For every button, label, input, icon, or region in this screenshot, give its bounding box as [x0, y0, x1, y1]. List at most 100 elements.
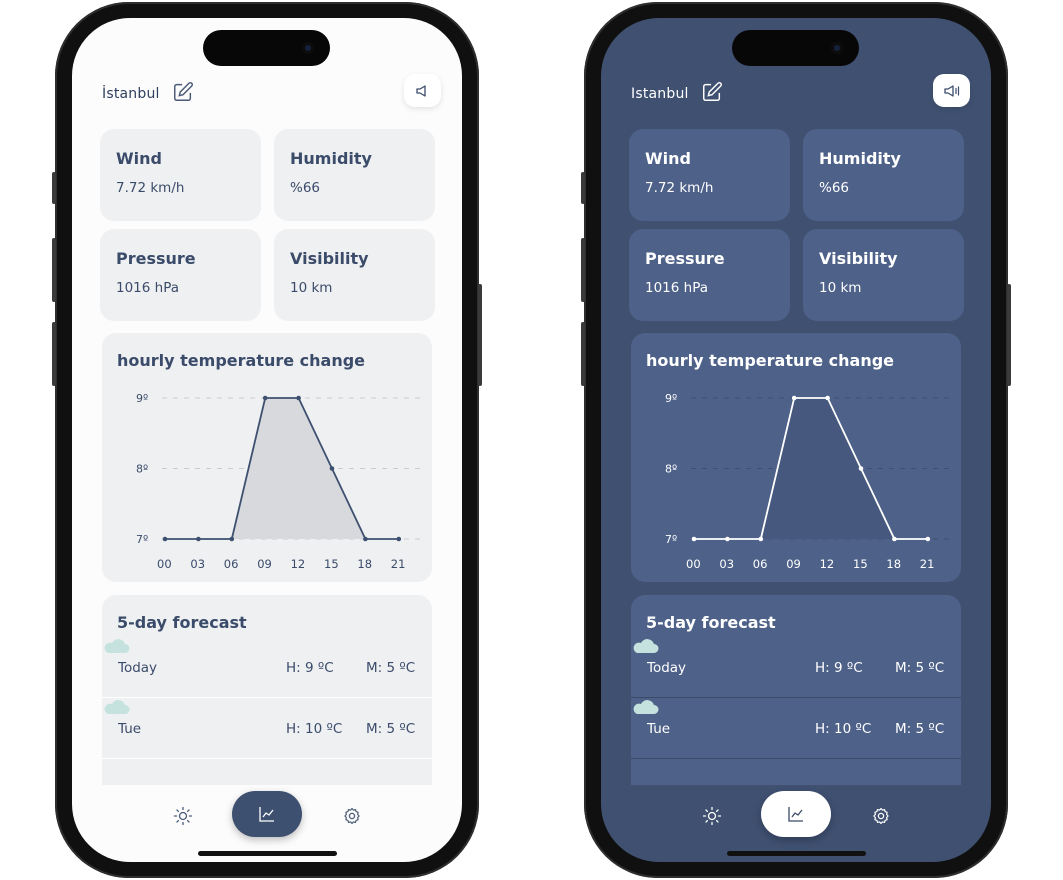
- x-tick-label: 18: [886, 557, 901, 571]
- forecast-title: 5-day forecast: [117, 613, 247, 632]
- forecast-low: M: 5 ºC: [895, 721, 945, 737]
- forecast-row[interactable]: Tue H: 10 ºC M: 5 ºC: [631, 699, 961, 759]
- card-title: Pressure: [645, 249, 725, 268]
- home-indicator: [727, 851, 866, 856]
- sound-button[interactable]: [933, 74, 970, 107]
- data-point: [296, 395, 301, 401]
- volume-down-button: [52, 322, 56, 386]
- chart-tab[interactable]: [761, 791, 831, 837]
- volume-up-button: [581, 238, 585, 302]
- forecast-high: H: 9 ºC: [815, 660, 863, 676]
- sun-icon[interactable]: [702, 806, 722, 826]
- forecast-card: 5-day forecast Today H: 9 ºC M: 5 ºC Tue…: [631, 595, 961, 785]
- screen: Istanbul Wind 7.72 km/h Humidity %66 Pre…: [601, 18, 991, 862]
- forecast-title: 5-day forecast: [646, 613, 776, 632]
- x-tick-label: 00: [686, 557, 701, 571]
- cloud-icon: [633, 700, 659, 714]
- forecast-low: M: 5 ºC: [895, 660, 945, 676]
- cloud-icon: [104, 639, 130, 653]
- card-value: 10 km: [819, 280, 862, 296]
- x-tick-label: 03: [719, 557, 734, 571]
- chart-icon: [259, 807, 274, 822]
- card-title: Pressure: [116, 249, 196, 268]
- sun-icon[interactable]: [173, 806, 193, 826]
- card-title: Humidity: [290, 149, 372, 168]
- x-tick-label: 15: [324, 557, 339, 571]
- sound-button[interactable]: [404, 74, 441, 107]
- pressure-card: Pressure 1016 hPa: [629, 229, 790, 321]
- temperature-chart: 7º 8º 9º 00 03 06 09 12 15 18 21: [136, 392, 424, 571]
- x-tick-label: 06: [224, 557, 239, 571]
- volume-down-button: [581, 322, 585, 386]
- camera-icon: [302, 42, 314, 54]
- data-point: [363, 536, 368, 542]
- edit-icon[interactable]: [172, 81, 194, 103]
- forecast-high: H: 10 ºC: [286, 721, 343, 737]
- data-point: [825, 395, 830, 401]
- x-tick-label: 12: [291, 557, 306, 571]
- card-value: 10 km: [290, 280, 333, 296]
- card-value: 1016 hPa: [116, 280, 180, 296]
- city-name: İstanbul: [102, 86, 160, 102]
- data-point: [892, 536, 897, 542]
- x-tick-label: 21: [920, 557, 935, 571]
- data-point: [925, 536, 931, 542]
- power-button: [478, 284, 482, 386]
- gear-icon[interactable]: [342, 806, 362, 826]
- card-value: 1016 hPa: [645, 280, 709, 296]
- camera-icon: [831, 42, 843, 54]
- city-name: Istanbul: [631, 86, 689, 102]
- forecast-row[interactable]: Today H: 9 ºC M: 5 ºC: [102, 638, 432, 698]
- power-button: [1007, 284, 1011, 386]
- forecast-row[interactable]: Today H: 9 ºC M: 5 ºC: [631, 638, 961, 698]
- dynamic-island: [732, 30, 859, 66]
- bottom-nav: [72, 788, 462, 838]
- chart-tab[interactable]: [232, 791, 302, 837]
- temperature-chart: 7º 8º 9º 00 03 06 09 12 15 18 21: [665, 392, 953, 571]
- speaker-icon: [943, 84, 959, 97]
- edit-icon[interactable]: [701, 81, 723, 103]
- card-value: 7.72 km/h: [116, 180, 185, 196]
- forecast-high: H: 10 ºC: [815, 721, 872, 737]
- forecast-day: Today: [647, 660, 687, 676]
- chart-icon: [788, 807, 803, 822]
- card-title: Wind: [645, 149, 691, 168]
- data-point: [162, 536, 168, 542]
- x-tick-label: 09: [786, 557, 801, 571]
- data-point: [758, 536, 764, 542]
- y-tick-label: 8º: [136, 463, 148, 476]
- phone-light: İstanbul Wind 7.72 km/h Humidity %66 Pre…: [52, 2, 482, 878]
- y-tick-label: 9º: [136, 392, 148, 405]
- card-value: %66: [819, 180, 850, 196]
- card-title: Visibility: [290, 249, 369, 268]
- x-tick-label: 06: [753, 557, 768, 571]
- y-tick-label: 7º: [136, 533, 148, 546]
- x-tick-label: 09: [257, 557, 272, 571]
- x-tick-label: 18: [357, 557, 372, 571]
- data-point: [262, 395, 268, 401]
- forecast-low: M: 5 ºC: [366, 660, 416, 676]
- forecast-day: Tue: [647, 721, 671, 737]
- forecast-day: Today: [118, 660, 158, 676]
- screen: İstanbul Wind 7.72 km/h Humidity %66 Pre…: [72, 18, 462, 862]
- humidity-card: Humidity %66: [803, 129, 964, 221]
- data-point: [329, 466, 335, 471]
- temperature-chart-card: hourly temperature change 7º 8º 9º 00 03 06 09…: [102, 333, 432, 582]
- bottom-nav: [601, 788, 991, 838]
- y-tick-label: 9º: [665, 392, 677, 405]
- home-indicator: [198, 851, 337, 856]
- visibility-card: Visibility 10 km: [274, 229, 435, 321]
- forecast-row[interactable]: Tue H: 10 ºC M: 5 ºC: [102, 699, 432, 759]
- card-value: 7.72 km/h: [645, 180, 714, 196]
- temperature-chart-card: hourly temperature change 7º 8º 9º 00 03 06 09…: [631, 333, 961, 582]
- card-title: Wind: [116, 149, 162, 168]
- forecast-day: Tue: [118, 721, 142, 737]
- forecast-card: 5-day forecast Today H: 9 ºC M: 5 ºC Tue…: [102, 595, 432, 785]
- data-point: [396, 536, 402, 542]
- cloud-icon: [633, 639, 659, 653]
- data-point: [725, 536, 730, 542]
- card-value: %66: [290, 180, 321, 196]
- humidity-card: Humidity %66: [274, 129, 435, 221]
- gear-icon[interactable]: [871, 806, 891, 826]
- x-tick-label: 21: [391, 557, 406, 571]
